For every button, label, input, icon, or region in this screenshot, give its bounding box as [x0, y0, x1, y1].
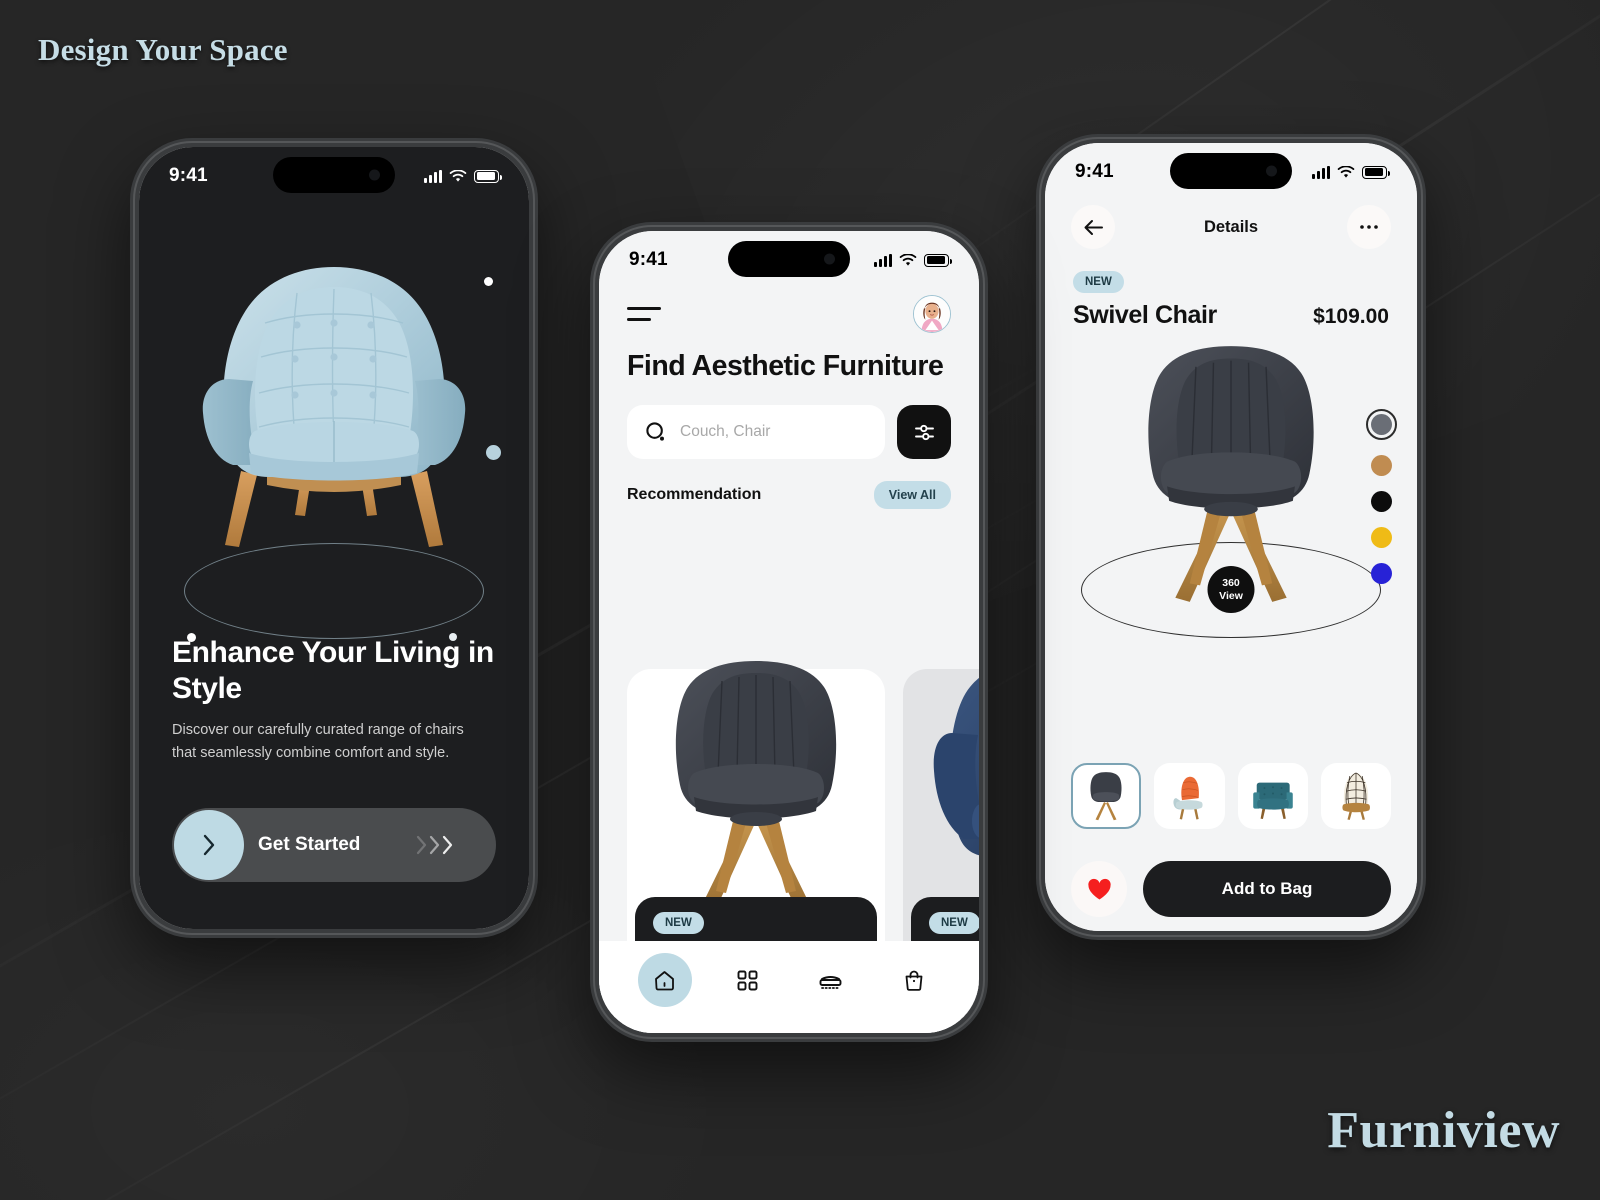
- get-started-knob[interactable]: [174, 809, 244, 880]
- wifi-icon: [449, 169, 467, 182]
- wifi-icon: [1337, 165, 1355, 178]
- orange-chair-thumb-icon: [1173, 776, 1204, 820]
- thumbnail-item[interactable]: [1237, 763, 1308, 829]
- battery-icon: [474, 169, 502, 183]
- cellular-signal-icon: [1312, 165, 1330, 179]
- back-button[interactable]: [1071, 205, 1115, 249]
- color-swatch-yellow[interactable]: [1371, 527, 1392, 548]
- battery-icon: [1362, 165, 1390, 179]
- product-image: [903, 623, 979, 913]
- onboarding-body-text: Discover our carefully curated range of …: [172, 722, 464, 762]
- get-started-label: Get Started: [258, 833, 361, 855]
- dynamic-island: [728, 241, 850, 277]
- filter-button[interactable]: [897, 405, 951, 460]
- view-all-button[interactable]: View All: [873, 481, 951, 510]
- favorite-button[interactable]: [1071, 861, 1127, 917]
- screen-home: 9:41 Find Aesthetic Furniture Couch, Cha…: [599, 231, 979, 1033]
- product-name: Swivel Chair: [1073, 301, 1217, 329]
- dynamic-island: [1170, 153, 1292, 189]
- cellular-signal-icon: [424, 169, 442, 183]
- home-heading: Find Aesthetic Furniture: [627, 350, 944, 382]
- bag-icon: [905, 970, 922, 991]
- armchair-illustration: [202, 267, 466, 547]
- avatar[interactable]: [913, 295, 951, 333]
- status-bar: 9:41: [139, 147, 529, 205]
- color-swatch-list: [1366, 409, 1397, 584]
- more-options-button[interactable]: [1346, 205, 1391, 249]
- swivel-chair-illustration: [675, 661, 837, 909]
- slide-chevrons-icon: [415, 835, 454, 855]
- arrow-left-icon: [1084, 219, 1103, 235]
- search-input[interactable]: Couch, Chair: [627, 405, 885, 460]
- new-badge: NEW: [653, 912, 704, 934]
- search-placeholder: Couch, Chair: [680, 423, 771, 441]
- search-icon: [646, 422, 664, 441]
- product-stage: 360 View: [1045, 330, 1417, 652]
- cellular-signal-icon: [874, 253, 892, 267]
- home-icon: [655, 970, 674, 990]
- tab-categories[interactable]: [721, 953, 775, 1007]
- filter-sliders-icon: [914, 424, 934, 440]
- hero-product-image: [139, 205, 529, 642]
- 360-view-line1: 360: [1222, 577, 1240, 590]
- product-price: $109.00: [1313, 305, 1389, 328]
- phone-home: 9:41 Find Aesthetic Furniture Couch, Cha…: [590, 222, 988, 1042]
- new-badge: NEW: [1073, 271, 1124, 293]
- more-horizontal-icon: [1360, 225, 1378, 229]
- thumbnail-item[interactable]: [1071, 763, 1142, 829]
- tab-bag[interactable]: [887, 953, 941, 1007]
- screen-onboarding: 9:41 Enhance Your Living in Style Discov…: [139, 147, 529, 929]
- color-swatch-blue[interactable]: [1371, 563, 1392, 584]
- dynamic-island: [273, 157, 395, 193]
- status-time: 9:41: [1075, 161, 1114, 182]
- heart-icon: [1087, 878, 1111, 899]
- thumbnail-list: [1071, 763, 1391, 829]
- get-started-button[interactable]: Get Started: [172, 807, 496, 882]
- wingback-chair-illustration: [933, 678, 979, 856]
- thumbnail-item[interactable]: [1320, 763, 1391, 829]
- furniture-icon: [819, 975, 842, 989]
- thumbnail-item[interactable]: [1154, 763, 1225, 829]
- phone-details: 9:41 Details NEW Swivel Chair $109.00 36…: [1036, 134, 1426, 940]
- status-bar: 9:41: [599, 231, 979, 289]
- new-badge: NEW: [929, 912, 979, 934]
- battery-icon: [924, 253, 952, 267]
- teal-armchair-thumb-icon: [1252, 782, 1293, 820]
- status-time: 9:41: [169, 165, 208, 186]
- status-bar: 9:41: [1045, 143, 1417, 201]
- page-title: Details: [1203, 217, 1259, 236]
- brand-logo: Furniview: [1327, 1102, 1560, 1159]
- rattan-chair-thumb-icon: [1342, 772, 1370, 820]
- product-image: [627, 623, 885, 913]
- color-swatch-tan[interactable]: [1371, 455, 1392, 476]
- page-title: Design Your Space: [38, 32, 288, 67]
- status-time: 9:41: [629, 249, 668, 270]
- color-swatch-gray[interactable]: [1366, 409, 1397, 440]
- chevron-right-icon: [203, 834, 215, 856]
- section-title: Recommendation: [627, 486, 762, 504]
- 360-view-badge[interactable]: 360 View: [1207, 566, 1255, 613]
- add-to-bag-button[interactable]: Add to Bag: [1143, 861, 1391, 917]
- tab-home[interactable]: [637, 953, 692, 1007]
- 360-view-line2: View: [1219, 589, 1243, 602]
- bottom-tab-bar: [599, 941, 979, 1033]
- menu-icon[interactable]: [627, 307, 661, 321]
- tab-furniture[interactable]: [804, 953, 858, 1007]
- onboarding-heading: Enhance Your Living in Style: [172, 636, 494, 705]
- screen-details: 9:41 Details NEW Swivel Chair $109.00 36…: [1045, 143, 1417, 931]
- grid-icon: [737, 970, 758, 990]
- add-to-bag-label: Add to Bag: [1221, 879, 1313, 898]
- swivel-chair-thumb-icon: [1090, 772, 1122, 821]
- phone-onboarding: 9:41 Enhance Your Living in Style Discov…: [130, 138, 538, 938]
- color-swatch-black[interactable]: [1371, 491, 1392, 512]
- wifi-icon: [899, 253, 917, 266]
